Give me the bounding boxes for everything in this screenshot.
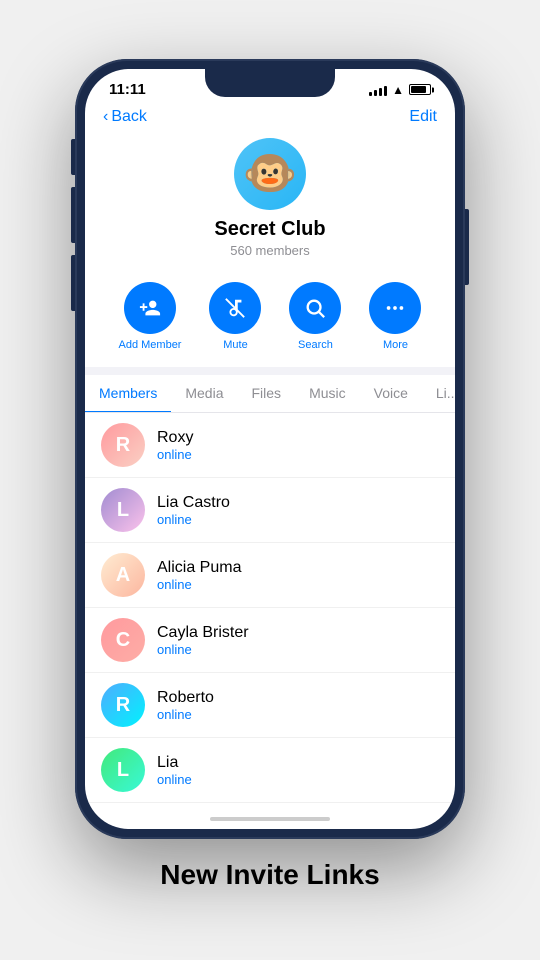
list-item[interactable]: A Alicia Pumaonline [85, 543, 455, 608]
home-indicator [85, 809, 455, 829]
group-avatar-emoji: 🐵 [243, 152, 298, 196]
member-name: Cayla Brister [157, 624, 439, 642]
add-member-label: Add Member [119, 339, 182, 351]
mute-button[interactable]: Mute [209, 282, 261, 351]
person-plus-icon [139, 297, 161, 319]
edit-button[interactable]: Edit [409, 108, 437, 126]
chevron-left-icon: ‹ [103, 108, 108, 126]
member-status: online [157, 707, 439, 722]
side-btn-vol-up [71, 187, 75, 243]
more-button[interactable]: More [369, 282, 421, 351]
member-name: Roberto [157, 689, 439, 707]
group-header: 🐵 Secret Club 560 members [85, 134, 455, 272]
status-time: 11:11 [109, 81, 146, 98]
notch [205, 69, 335, 97]
member-name: Lia [157, 754, 439, 772]
list-item[interactable]: C Cayla Bristeronline [85, 608, 455, 673]
tab-music[interactable]: Music [295, 375, 360, 412]
search-icon [304, 297, 326, 319]
signal-bars-icon [369, 84, 387, 96]
members-list: RRoxyonlineLLia CastroonlineAAlicia Puma… [85, 413, 455, 809]
avatar: L [101, 748, 145, 792]
member-name: Lia Castro [157, 494, 439, 512]
avatar: R [101, 423, 145, 467]
member-info: Robertoonline [157, 689, 439, 722]
more-dots-icon [384, 297, 406, 319]
side-btn-vol-down [71, 255, 75, 311]
section-divider [85, 367, 455, 375]
back-button[interactable]: ‹ Back [103, 108, 147, 126]
add-member-button[interactable]: Add Member [119, 282, 182, 351]
group-name: Secret Club [214, 218, 325, 241]
avatar: A [101, 553, 145, 597]
tabs-container: Members Media Files Music Voice Li... [85, 375, 455, 413]
mute-icon [224, 297, 246, 319]
action-buttons: Add Member Mute [85, 272, 455, 367]
tab-files[interactable]: Files [238, 375, 296, 412]
member-status: online [157, 772, 439, 787]
tab-voice[interactable]: Voice [360, 375, 422, 412]
member-name: Alicia Puma [157, 559, 439, 577]
member-status: online [157, 447, 439, 462]
mute-icon-circle [209, 282, 261, 334]
list-item[interactable]: L Lia Castroonline [85, 478, 455, 543]
side-btn-mute [71, 139, 75, 175]
home-bar [210, 817, 330, 821]
side-btn-power [465, 209, 469, 285]
list-item[interactable]: L Liaonline [85, 738, 455, 803]
member-name: Roxy [157, 429, 439, 447]
battery-icon [409, 84, 431, 95]
tab-links[interactable]: Li... [422, 375, 455, 412]
group-members-count: 560 members [230, 243, 309, 258]
caption: New Invite Links [160, 859, 379, 891]
phone-screen: 11:11 ▲ ‹ Ba [85, 69, 455, 829]
wifi-icon: ▲ [392, 83, 404, 97]
more-label: More [383, 339, 408, 351]
back-label: Back [111, 108, 147, 126]
group-avatar: 🐵 [234, 138, 306, 210]
mute-label: Mute [223, 339, 247, 351]
member-status: online [157, 577, 439, 592]
tab-members[interactable]: Members [85, 375, 171, 413]
nav-bar: ‹ Back Edit [85, 102, 455, 134]
avatar: C [101, 618, 145, 662]
search-label: Search [298, 339, 333, 351]
search-icon-circle [289, 282, 341, 334]
phone-frame: 11:11 ▲ ‹ Ba [75, 59, 465, 839]
member-status: online [157, 512, 439, 527]
avatar: R [101, 683, 145, 727]
status-icons: ▲ [369, 83, 431, 97]
list-item[interactable]: R Roxyonline [85, 413, 455, 478]
tab-media[interactable]: Media [171, 375, 237, 412]
member-info: Lia Castroonline [157, 494, 439, 527]
list-item[interactable]: R Robertoonline [85, 673, 455, 738]
member-info: Roxyonline [157, 429, 439, 462]
search-button[interactable]: Search [289, 282, 341, 351]
member-info: Alicia Pumaonline [157, 559, 439, 592]
avatar: L [101, 488, 145, 532]
add-member-icon-circle [124, 282, 176, 334]
more-icon-circle [369, 282, 421, 334]
member-info: Liaonline [157, 754, 439, 787]
member-status: online [157, 642, 439, 657]
member-info: Cayla Bristeronline [157, 624, 439, 657]
page-wrapper: 11:11 ▲ ‹ Ba [0, 39, 540, 921]
